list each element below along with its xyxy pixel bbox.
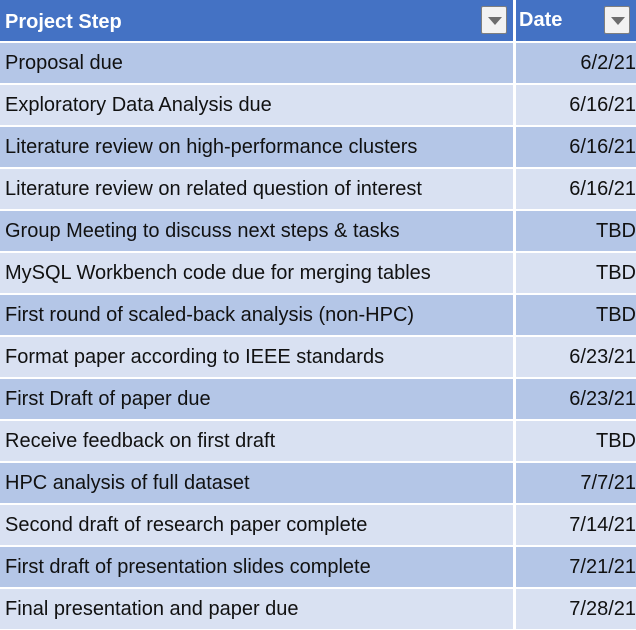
project-step-cell[interactable]: Proposal due [0,42,513,84]
filter-dropdown-arrow-icon [488,17,502,25]
row-divider [0,209,636,211]
row-divider [0,251,636,253]
table-row[interactable]: MySQL Workbench code due for merging tab… [0,252,636,294]
row-divider [0,83,636,85]
date-cell[interactable]: TBD [516,210,636,252]
project-step-cell[interactable]: Exploratory Data Analysis due [0,84,513,126]
table-row[interactable]: Receive feedback on first draft TBD [0,420,636,462]
project-step-cell[interactable]: Final presentation and paper due [0,588,513,630]
project-step-cell[interactable]: First Draft of paper due [0,378,513,420]
row-divider [0,41,636,43]
project-step-cell[interactable]: Second draft of research paper complete [0,504,513,546]
table-row[interactable]: HPC analysis of full dataset 7/7/21 [0,462,636,504]
row-divider [0,293,636,295]
date-cell[interactable]: TBD [516,294,636,336]
filter-dropdown-arrow-icon [611,17,625,25]
project-step-cell[interactable]: Receive feedback on first draft [0,420,513,462]
date-cell[interactable]: 6/16/21 [516,126,636,168]
date-cell[interactable]: TBD [516,420,636,462]
project-step-cell[interactable]: HPC analysis of full dataset [0,462,513,504]
project-step-cell[interactable]: First round of scaled-back analysis (non… [0,294,513,336]
date-cell[interactable]: 6/16/21 [516,168,636,210]
row-divider [0,503,636,505]
project-step-cell[interactable]: Literature review on related question of… [0,168,513,210]
table-row[interactable]: Second draft of research paper complete … [0,504,636,546]
date-cell[interactable]: TBD [516,252,636,294]
project-step-filter-button[interactable] [481,6,507,34]
date-filter-button[interactable] [604,6,630,34]
table-row[interactable]: Literature review on related question of… [0,168,636,210]
date-cell[interactable]: 7/14/21 [516,504,636,546]
project-step-cell[interactable]: Literature review on high-performance cl… [0,126,513,168]
table-row[interactable]: Group Meeting to discuss next steps & ta… [0,210,636,252]
project-step-cell[interactable]: Format paper according to IEEE standards [0,336,513,378]
project-step-header-label: Project Step [5,11,122,33]
row-divider [0,545,636,547]
row-divider [0,377,636,379]
table-row[interactable]: First Draft of paper due 6/23/21 [0,378,636,420]
row-divider [0,461,636,463]
table-row[interactable]: Format paper according to IEEE standards… [0,336,636,378]
table-row[interactable]: Literature review on high-performance cl… [0,126,636,168]
date-cell[interactable]: 6/2/21 [516,42,636,84]
row-divider [0,167,636,169]
table-row[interactable]: First draft of presentation slides compl… [0,546,636,588]
column-header-project-step[interactable]: Project Step [0,0,513,42]
date-cell[interactable]: 6/23/21 [516,336,636,378]
header-row: Project Step Date [0,0,636,42]
project-step-cell[interactable]: MySQL Workbench code due for merging tab… [0,252,513,294]
date-cell[interactable]: 6/16/21 [516,84,636,126]
project-step-cell[interactable]: Group Meeting to discuss next steps & ta… [0,210,513,252]
row-divider [0,125,636,127]
project-step-cell[interactable]: First draft of presentation slides compl… [0,546,513,588]
column-divider [513,0,516,630]
date-cell[interactable]: 7/28/21 [516,588,636,630]
date-cell[interactable]: 7/21/21 [516,546,636,588]
date-header-label: Date [519,9,563,31]
table-row[interactable]: Proposal due 6/2/21 [0,42,636,84]
date-cell[interactable]: 7/7/21 [516,462,636,504]
table-row[interactable]: Final presentation and paper due 7/28/21 [0,588,636,630]
date-cell[interactable]: 6/23/21 [516,378,636,420]
table-row[interactable]: Exploratory Data Analysis due 6/16/21 [0,84,636,126]
project-schedule-table: Project Step Date Proposal due 6/2/21 Ex… [0,0,636,630]
row-divider [0,587,636,589]
row-divider [0,419,636,421]
row-divider [0,335,636,337]
table-row[interactable]: First round of scaled-back analysis (non… [0,294,636,336]
